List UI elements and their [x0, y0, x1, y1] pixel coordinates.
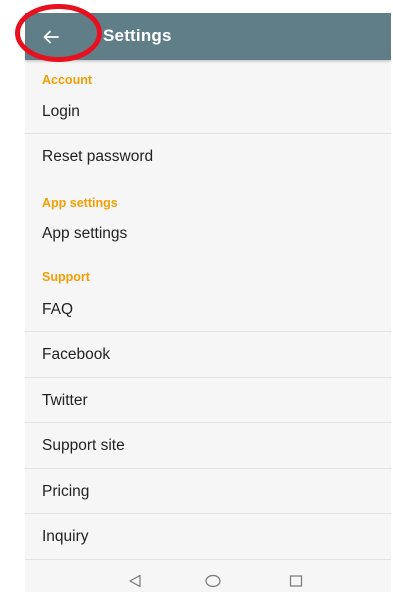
settings-item-label: Login [42, 103, 80, 120]
settings-item-label: Support site [42, 437, 125, 454]
settings-item-label: App settings [42, 225, 128, 242]
settings-item-label: Twitter [42, 392, 88, 409]
recents-square-icon [289, 575, 303, 587]
section-header-app-settings: App settings [42, 196, 118, 210]
settings-item-twitter[interactable]: Twitter [25, 378, 391, 422]
settings-item-reset-password[interactable]: Reset password [25, 134, 391, 179]
settings-item-pricing[interactable]: Pricing [25, 469, 391, 513]
settings-item-label: Reset password [42, 148, 154, 165]
settings-item-facebook[interactable]: Facebook [25, 332, 391, 377]
back-triangle-icon [129, 574, 141, 588]
arrow-back-icon [43, 30, 59, 43]
nav-recents-button[interactable] [281, 570, 311, 592]
section-header-support: Support [42, 270, 90, 284]
settings-item-label: Facebook [42, 346, 111, 363]
settings-item-label: FAQ [42, 301, 74, 318]
nav-home-button[interactable] [198, 570, 228, 592]
home-circle-icon [205, 574, 221, 588]
divider [25, 559, 391, 560]
settings-item-login[interactable]: Login [25, 91, 391, 133]
settings-item-inquiry[interactable]: Inquiry [25, 514, 391, 559]
page-title: Settings [103, 26, 172, 45]
settings-item-label: Inquiry [42, 528, 89, 545]
system-navigation-bar [25, 570, 391, 592]
settings-item-support-site[interactable]: Support site [25, 423, 391, 468]
app-bar: Settings [25, 13, 391, 60]
section-header-account: Account [42, 73, 92, 87]
nav-back-button[interactable] [120, 570, 150, 592]
settings-screen: Settings Account Login Reset password Ap… [25, 13, 391, 592]
back-button[interactable] [31, 19, 71, 54]
settings-item-faq[interactable]: FAQ [25, 287, 391, 331]
settings-item-app-settings[interactable]: App settings [25, 213, 391, 255]
settings-item-label: Pricing [42, 483, 90, 500]
